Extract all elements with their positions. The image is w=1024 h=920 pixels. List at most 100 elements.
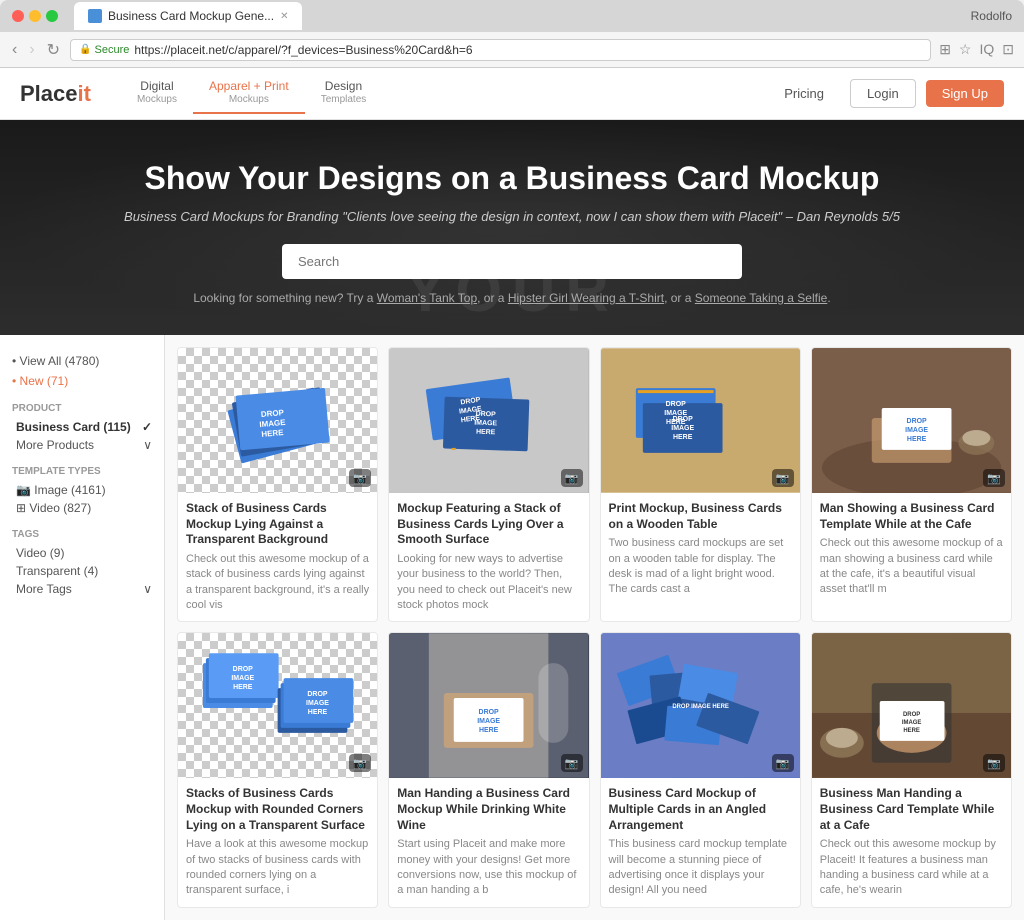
bookmark-icon[interactable]: ☆ xyxy=(959,41,972,58)
svg-text:DROP IMAGE HERE: DROP IMAGE HERE xyxy=(672,704,729,710)
tab-title: Business Card Mockup Gene... xyxy=(108,9,274,23)
back-button[interactable]: ‹ xyxy=(10,41,19,59)
sidebar-business-card[interactable]: Business Card (115) ✓ xyxy=(12,418,152,436)
card-info-1: Stack of Business Cards Mockup Lying Aga… xyxy=(178,493,377,621)
site-nav: Placeit Digital Mockups Apparel + Print … xyxy=(0,68,1024,120)
hero-link-hipster[interactable]: Hipster Girl Wearing a T-Shirt xyxy=(508,291,664,305)
address-bar: ‹ › ↻ 🔒 Secure https://placeit.net/c/app… xyxy=(0,32,1024,68)
product-card-6[interactable]: DROP IMAGE HERE 📷 Man Handing a Business… xyxy=(388,632,589,907)
sidebar-more-tags[interactable]: More Tags ∨ xyxy=(12,580,152,598)
svg-text:DROP: DROP xyxy=(476,411,497,419)
chevron-down-icon: ∨ xyxy=(143,438,152,452)
product-card-3[interactable]: DROP IMAGE HERE DROP IMAGE HERE 📷 Print … xyxy=(600,347,801,622)
hero-title: Show Your Designs on a Business Card Moc… xyxy=(20,160,1004,197)
svg-text:IMAGE: IMAGE xyxy=(902,720,922,726)
product-card-7[interactable]: DROP IMAGE HERE 📷 Business Card Mockup o… xyxy=(600,632,801,907)
maximize-button[interactable] xyxy=(46,10,58,22)
svg-text:DROP: DROP xyxy=(479,709,499,716)
sidebar-new[interactable]: • New (71) xyxy=(12,371,152,391)
forward-button[interactable]: › xyxy=(27,41,36,59)
camera-icon-4: 📷 xyxy=(983,469,1005,487)
sidebar-tag-video[interactable]: Video (9) xyxy=(12,544,152,562)
hero-link-tanktop[interactable]: Woman's Tank Top xyxy=(377,291,477,305)
tab-bar: Business Card Mockup Gene... ✕ xyxy=(74,2,302,30)
signup-button[interactable]: Sign Up xyxy=(926,80,1004,107)
camera-icon-7: 📷 xyxy=(772,754,794,772)
card-info-2: Mockup Featuring a Stack of Business Car… xyxy=(389,493,588,621)
sidebar-video[interactable]: ⊞ Video (827) xyxy=(12,499,152,517)
card-desc-8: Check out this awesome mockup by Placeit… xyxy=(820,837,1003,899)
card-image-8: DROP IMAGE HERE 📷 xyxy=(812,633,1011,778)
sidebar-product-section: Product xyxy=(12,403,152,414)
card-image-1: DROP IMAGE HERE 📷 xyxy=(178,348,377,493)
card-desc-6: Start using Placeit and make more money … xyxy=(397,837,580,899)
card-title-1: Stack of Business Cards Mockup Lying Aga… xyxy=(186,501,369,548)
hero-link-selfie[interactable]: Someone Taking a Selfie xyxy=(695,291,828,305)
sidebar-more-products[interactable]: More Products ∨ xyxy=(12,436,152,454)
sidebar-tags-section: Tags xyxy=(12,529,152,540)
rss-icon: ⊞ xyxy=(939,41,951,58)
user-label: Rodolfo xyxy=(971,9,1012,23)
card-image-7: DROP IMAGE HERE 📷 xyxy=(601,633,800,778)
svg-text:IMAGE: IMAGE xyxy=(671,425,694,432)
svg-text:IMAGE: IMAGE xyxy=(306,700,329,707)
svg-text:IMAGE: IMAGE xyxy=(474,420,497,428)
product-card-4[interactable]: DROP IMAGE HERE 📷 Man Showing a Business… xyxy=(811,347,1012,622)
svg-text:HERE: HERE xyxy=(479,727,499,734)
card-desc-3: Two business card mockups are set on a w… xyxy=(609,536,792,598)
chevron-down-icon-tags: ∨ xyxy=(143,582,152,596)
nav-items: Digital Mockups Apparel + Print Mockups … xyxy=(121,73,382,113)
close-button[interactable] xyxy=(12,10,24,22)
minimize-button[interactable] xyxy=(29,10,41,22)
card-title-6: Man Handing a Business Card Mockup While… xyxy=(397,786,580,833)
svg-text:DROP: DROP xyxy=(903,712,920,718)
site-logo[interactable]: Placeit xyxy=(20,81,91,107)
login-button[interactable]: Login xyxy=(850,79,916,108)
camera-icon-3: 📷 xyxy=(772,469,794,487)
svg-text:HERE: HERE xyxy=(673,434,693,441)
main-content: • View All (4780) • New (71) Product Bus… xyxy=(0,335,1024,920)
title-bar: Business Card Mockup Gene... ✕ Rodolfo xyxy=(0,0,1024,32)
traffic-lights xyxy=(12,10,58,22)
product-card-2[interactable]: DROP IMAGE HERE DROP IMAGE HERE 📷 xyxy=(388,347,589,622)
url-box[interactable]: 🔒 Secure https://placeit.net/c/apparel/?… xyxy=(70,39,931,61)
nav-digital[interactable]: Digital Mockups xyxy=(121,73,193,113)
iq-icon[interactable]: IQ xyxy=(979,41,994,58)
card-desc-5: Have a look at this awesome mockup of tw… xyxy=(186,837,369,899)
camera-icon-5: 📷 xyxy=(349,754,371,772)
product-card-1[interactable]: DROP IMAGE HERE 📷 Stack of Business Card… xyxy=(177,347,378,622)
pricing-button[interactable]: Pricing xyxy=(768,80,840,107)
card-info-6: Man Handing a Business Card Mockup While… xyxy=(389,778,588,906)
card-title-7: Business Card Mockup of Multiple Cards i… xyxy=(609,786,792,833)
sidebar-tag-transparent[interactable]: Transparent (4) xyxy=(12,562,152,580)
card-info-3: Print Mockup, Business Cards on a Wooden… xyxy=(601,493,800,606)
card-info-5: Stacks of Business Cards Mockup with Rou… xyxy=(178,778,377,906)
card-title-2: Mockup Featuring a Stack of Business Car… xyxy=(397,501,580,548)
svg-text:IMAGE: IMAGE xyxy=(477,718,500,725)
product-grid: DROP IMAGE HERE 📷 Stack of Business Card… xyxy=(177,347,1012,908)
nav-apparel[interactable]: Apparel + Print Mockups xyxy=(193,73,305,113)
product-card-8[interactable]: DROP IMAGE HERE 📷 Business Man Handing a… xyxy=(811,632,1012,907)
sidebar-template-types: Template Types xyxy=(12,466,152,477)
product-card-5[interactable]: DROP IMAGE HERE DROP IMAGE HERE 📷 xyxy=(177,632,378,907)
svg-text:HERE: HERE xyxy=(903,728,920,734)
secure-text: Secure xyxy=(95,44,130,56)
sidebar-view-all[interactable]: • View All (4780) xyxy=(12,351,152,371)
card-info-8: Business Man Handing a Business Card Tem… xyxy=(812,778,1011,906)
sidebar-image[interactable]: 📷 Image (4161) xyxy=(12,481,152,499)
browser-tab[interactable]: Business Card Mockup Gene... ✕ xyxy=(74,2,302,30)
extensions-icon[interactable]: ⊡ xyxy=(1002,41,1014,58)
address-actions: ⊞ ☆ IQ ⊡ xyxy=(939,41,1014,58)
lock-icon: 🔒 xyxy=(79,44,91,55)
card-image-2: DROP IMAGE HERE DROP IMAGE HERE 📷 xyxy=(389,348,588,493)
reload-button[interactable]: ↻ xyxy=(45,40,62,60)
svg-text:HERE: HERE xyxy=(308,709,328,716)
hero-search-input[interactable] xyxy=(282,244,742,279)
card-image-5: DROP IMAGE HERE DROP IMAGE HERE 📷 xyxy=(178,633,377,778)
browser-window: Business Card Mockup Gene... ✕ Rodolfo ‹… xyxy=(0,0,1024,920)
url-text: https://placeit.net/c/apparel/?f_devices… xyxy=(134,43,472,57)
tab-close-icon[interactable]: ✕ xyxy=(280,11,288,22)
camera-icon-8: 📷 xyxy=(983,754,1005,772)
nav-design[interactable]: Design Templates xyxy=(305,73,383,113)
svg-text:HERE: HERE xyxy=(907,436,927,443)
